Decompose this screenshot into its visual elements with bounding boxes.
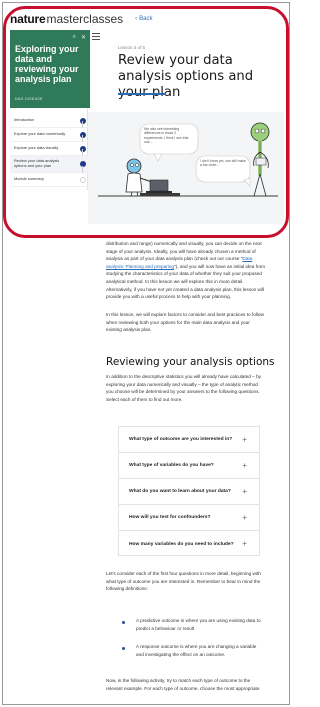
complete-dot-icon [80, 117, 86, 124]
bullet-response: A response outcome is where you are chan… [136, 644, 257, 657]
sidebar-item-review-options[interactable]: Review your data analysis options and yo… [10, 149, 90, 173]
sidebar-actions: ⌕ ✕ [73, 34, 86, 41]
speech-bubble-left-text: We also see interesting differences in t… [144, 127, 189, 144]
progress-connector [82, 135, 83, 142]
speech-bubble-left: We also see interesting differences in t… [139, 123, 199, 162]
laptop-illustration [140, 179, 180, 196]
paragraph-definitions-intro: Let's consider each of the first four qu… [106, 571, 261, 592]
accordion-question: What type of variables do you have? [129, 463, 214, 468]
back-label: Back [139, 16, 153, 22]
progress-connector [82, 121, 83, 128]
accordion-item-learn[interactable]: What do you want to learn about your dat… [119, 479, 259, 505]
plus-icon[interactable]: + [242, 435, 247, 444]
sidebar-item-introduction[interactable]: Introduction [10, 114, 90, 128]
progress-connector [82, 166, 83, 173]
scientists-illustration: We also see interesting differences in t… [98, 122, 278, 197]
speech-bubble-right-text: I don't know yet, can still make a bar c… [200, 159, 246, 168]
chevron-left-icon: ‹ [135, 16, 138, 22]
questions-accordion: What type of outcome are you interested … [118, 426, 260, 556]
bullet-icon [122, 647, 125, 650]
sidebar-item-explore-visually[interactable]: Explore your data visually [10, 135, 90, 156]
module-title: Exploring your data and reviewing your a… [15, 44, 79, 84]
sidebar-item-label: Module summary [14, 176, 44, 182]
sidebar-item-label: Explore your data visually [14, 145, 59, 151]
brand-logo-suffix[interactable]: masterclasses [46, 12, 123, 26]
back-button[interactable]: ‹ Back [135, 16, 152, 22]
accordion-item-variables[interactable]: What type of variables do you have? + [119, 453, 259, 479]
paragraph-questions-intro: In addition to the descriptive statistic… [106, 374, 262, 402]
bullet-icon [122, 621, 125, 624]
lesson-counter: Lesson 4 of 5 [118, 45, 146, 50]
brand-logo[interactable]: nature [10, 12, 46, 26]
complete-dot-icon [80, 145, 86, 152]
module-hero: ⌕ ✕ Exploring your data and reviewing yo… [10, 30, 90, 108]
progress-connector [82, 149, 83, 156]
sidebar-item-label: Review your data analysis options and yo… [14, 158, 60, 168]
search-icon[interactable]: ⌕ [73, 34, 76, 41]
sidebar-item-module-summary[interactable]: Module summary [10, 166, 90, 187]
paragraph-lesson-goal: In this lesson, we will explore factors … [106, 312, 264, 333]
complete-dot-icon [80, 131, 86, 138]
accordion-question: How will you test for confounders? [129, 515, 211, 520]
paragraph-activity-intro: Now, in the following activity, try to m… [106, 678, 260, 691]
paragraph-intro: distribution and range) numerically and … [106, 240, 266, 301]
plus-icon[interactable]: + [242, 540, 247, 548]
accordion-question: What type of outcome are you interested … [129, 437, 233, 442]
site-header: nature masterclasses ‹ Back [10, 8, 280, 30]
close-icon[interactable]: ✕ [81, 34, 86, 41]
module-subtitle: DAG DISEASE [15, 97, 43, 101]
complete-dot-icon [80, 161, 86, 167]
plus-icon[interactable]: + [242, 461, 247, 470]
lesson-illustration: We also see interesting differences in t… [88, 112, 284, 224]
sidebar-item-label: Explore your data numerically [14, 131, 66, 137]
paragraph-text: distribution and range) numerically and … [106, 241, 262, 262]
scientist-left [125, 158, 153, 197]
sidebar-item-label: Introduction [14, 117, 35, 123]
title-underline [118, 93, 166, 95]
plus-icon[interactable]: + [242, 513, 247, 522]
accordion-question: What do you want to learn about your dat… [129, 489, 231, 494]
plus-icon[interactable]: + [242, 487, 247, 496]
course-sidebar: ⌕ ✕ Exploring your data and reviewing yo… [4, 30, 90, 190]
accordion-item-outcome[interactable]: What type of outcome are you interested … [119, 427, 259, 453]
section-heading: Reviewing your analysis options [106, 356, 275, 368]
accordion-question: How many variables do you need to includ… [129, 541, 234, 547]
paragraph-text: "), and you will now have an initial ide… [106, 263, 266, 300]
menu-icon[interactable] [92, 33, 100, 40]
lesson-list: Introduction Explore your data numerical… [10, 114, 90, 187]
sidebar-item-explore-numerically[interactable]: Explore your data numerically [10, 121, 90, 142]
bullet-predictive: A predictive outcome is where you are us… [136, 618, 261, 631]
speech-bubble-right: I don't know yet, can still make a bar c… [195, 155, 251, 187]
accordion-item-confounders[interactable]: How will you test for confounders? + [119, 505, 259, 531]
scientist-right [250, 122, 270, 197]
accordion-item-variable-count[interactable]: How many variables do you need to includ… [119, 531, 259, 557]
incomplete-dot-icon [80, 176, 86, 183]
